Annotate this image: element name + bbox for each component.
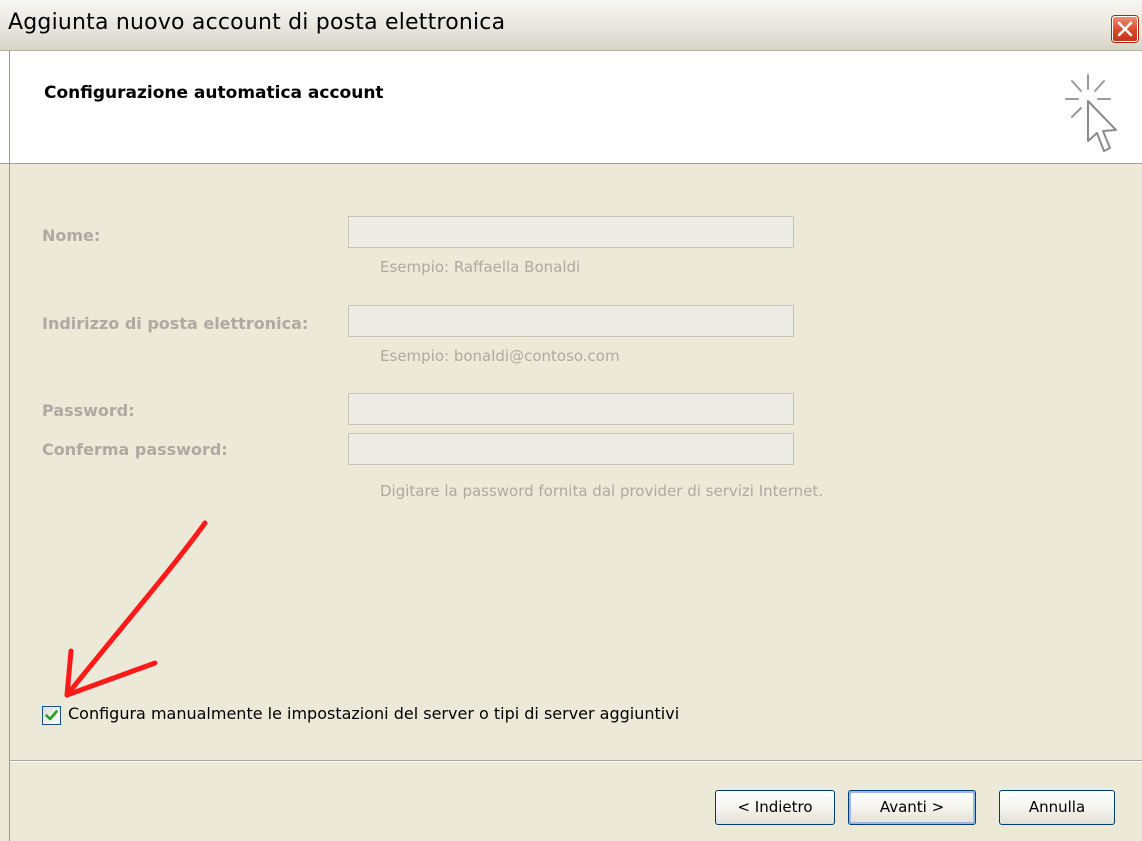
cancel-button[interactable]: Annulla: [999, 790, 1115, 825]
back-button[interactable]: < Indietro: [715, 790, 835, 825]
cursor-click-icon: [1065, 74, 1117, 152]
name-field[interactable]: [348, 216, 794, 248]
checkmark-icon: [45, 710, 58, 721]
email-field[interactable]: [348, 305, 794, 337]
close-button[interactable]: [1112, 16, 1138, 42]
confirm-password-label: Conferma password:: [42, 440, 228, 459]
window-title: Aggiunta nuovo account di posta elettron…: [8, 10, 506, 35]
close-icon: [1117, 21, 1133, 37]
password-input[interactable]: [349, 394, 793, 424]
confirm-password-input[interactable]: [349, 434, 793, 464]
confirm-password-field[interactable]: [348, 433, 794, 465]
name-input[interactable]: [349, 217, 793, 247]
email-input[interactable]: [349, 306, 793, 336]
name-hint: Esempio: Raffaella Bonaldi: [380, 258, 581, 276]
title-bar: Aggiunta nuovo account di posta elettron…: [0, 0, 1142, 51]
email-hint: Esempio: bonaldi@contoso.com: [380, 347, 620, 365]
wizard-header: Configurazione automatica account: [0, 51, 1142, 164]
page-title: Configurazione automatica account: [44, 83, 384, 103]
password-field[interactable]: [348, 393, 794, 425]
annotation-arrow-icon: [64, 520, 208, 698]
add-email-account-dialog: Aggiunta nuovo account di posta elettron…: [0, 0, 1142, 841]
password-label: Password:: [42, 401, 135, 420]
manual-config-checkbox[interactable]: [42, 706, 61, 725]
password-hint: Digitare la password fornita dal provide…: [380, 482, 824, 500]
email-label: Indirizzo di posta elettronica:: [42, 314, 309, 333]
manual-config-label[interactable]: Configura manualmente le impostazioni de…: [68, 704, 679, 723]
next-button[interactable]: Avanti >: [848, 790, 976, 825]
name-label: Nome:: [42, 226, 101, 245]
footer-divider: [10, 760, 1142, 762]
